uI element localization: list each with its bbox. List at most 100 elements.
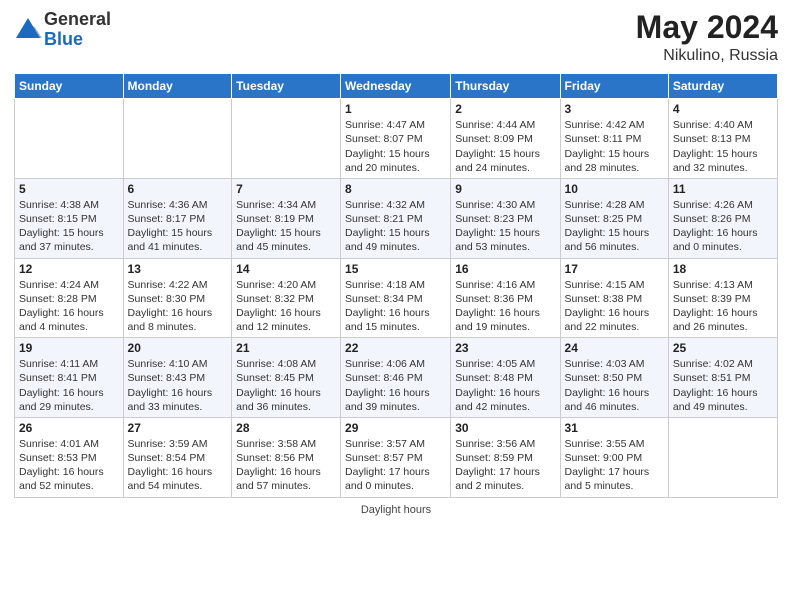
day-info: Sunrise: 4:15 AM Sunset: 8:38 PM Dayligh… [565,278,664,335]
calendar-cell: 23 Sunrise: 4:05 AM Sunset: 8:48 PM Dayli… [451,338,560,418]
header: General Blue May 2024 Nikulino, Russia [14,10,778,65]
day-info: Sunrise: 4:44 AM Sunset: 8:09 PM Dayligh… [455,118,555,175]
calendar-cell: 16 Sunrise: 4:16 AM Sunset: 8:36 PM Dayli… [451,258,560,338]
day-info: Sunrise: 3:58 AM Sunset: 8:56 PM Dayligh… [236,437,336,494]
week-row-4: 19 Sunrise: 4:11 AM Sunset: 8:41 PM Dayli… [15,338,778,418]
days-header-row: SundayMondayTuesdayWednesdayThursdayFrid… [15,74,778,99]
day-number: 26 [19,421,119,435]
calendar-cell: 13Sunrise: 4:22 AM Sunset: 8:30 PM Dayli… [123,258,232,338]
page: General Blue May 2024 Nikulino, Russia S… [0,0,792,612]
calendar-cell: 5 Sunrise: 4:38 AM Sunset: 8:15 PM Daylig… [15,178,124,258]
calendar-cell: 18Sunrise: 4:13 AM Sunset: 8:39 PM Dayli… [668,258,777,338]
week-row-3: 12Sunrise: 4:24 AM Sunset: 8:28 PM Dayli… [15,258,778,338]
day-info: Sunrise: 4:16 AM Sunset: 8:36 PM Dayligh… [455,278,555,335]
day-info: Sunrise: 4:34 AM Sunset: 8:19 PM Dayligh… [236,198,336,255]
day-info: Sunrise: 4:30 AM Sunset: 8:23 PM Dayligh… [455,198,555,255]
week-row-1: 1 Sunrise: 4:47 AM Sunset: 8:07 PM Daylig… [15,99,778,179]
day-number: 31 [565,421,664,435]
day-number: 11 [673,182,773,196]
day-number: 20 [128,341,228,355]
calendar-cell [668,417,777,497]
calendar-cell: 1 Sunrise: 4:47 AM Sunset: 8:07 PM Daylig… [341,99,451,179]
day-header-monday: Monday [123,74,232,99]
day-info: Sunrise: 4:11 AM Sunset: 8:41 PM Dayligh… [19,357,119,414]
location: Nikulino, Russia [636,47,778,65]
day-number: 30 [455,421,555,435]
day-info: Sunrise: 3:57 AM Sunset: 8:57 PM Dayligh… [345,437,446,494]
day-number: 5 [19,182,119,196]
day-number: 16 [455,262,555,276]
title-block: May 2024 Nikulino, Russia [636,10,778,65]
calendar-cell: 29 Sunrise: 3:57 AM Sunset: 8:57 PM Dayli… [341,417,451,497]
day-number: 27 [128,421,228,435]
calendar-cell: 22 Sunrise: 4:06 AM Sunset: 8:46 PM Dayli… [341,338,451,418]
day-number: 22 [345,341,446,355]
day-info: Sunrise: 4:26 AM Sunset: 8:26 PM Dayligh… [673,198,773,255]
day-number: 12 [19,262,119,276]
calendar-cell: 4 Sunrise: 4:40 AM Sunset: 8:13 PM Daylig… [668,99,777,179]
calendar-cell: 6 Sunrise: 4:36 AM Sunset: 8:17 PM Daylig… [123,178,232,258]
calendar-cell: 8 Sunrise: 4:32 AM Sunset: 8:21 PM Daylig… [341,178,451,258]
day-number: 6 [128,182,228,196]
day-info: Sunrise: 4:20 AM Sunset: 8:32 PM Dayligh… [236,278,336,335]
day-info: Sunrise: 4:36 AM Sunset: 8:17 PM Dayligh… [128,198,228,255]
day-info: Sunrise: 4:38 AM Sunset: 8:15 PM Dayligh… [19,198,119,255]
calendar-cell: 28 Sunrise: 3:58 AM Sunset: 8:56 PM Dayli… [232,417,341,497]
day-number: 29 [345,421,446,435]
day-number: 4 [673,102,773,116]
day-number: 7 [236,182,336,196]
month-year: May 2024 [636,10,778,45]
day-info: Sunrise: 4:06 AM Sunset: 8:46 PM Dayligh… [345,357,446,414]
logo-general-text: General [44,10,111,30]
calendar-table: SundayMondayTuesdayWednesdayThursdayFrid… [14,73,778,497]
calendar-cell: 10 Sunrise: 4:28 AM Sunset: 8:25 PM Dayli… [560,178,668,258]
day-number: 28 [236,421,336,435]
day-number: 19 [19,341,119,355]
day-number: 8 [345,182,446,196]
day-number: 14 [236,262,336,276]
day-info: Sunrise: 4:05 AM Sunset: 8:48 PM Dayligh… [455,357,555,414]
day-number: 10 [565,182,664,196]
day-header-thursday: Thursday [451,74,560,99]
day-number: 21 [236,341,336,355]
week-row-2: 5 Sunrise: 4:38 AM Sunset: 8:15 PM Daylig… [15,178,778,258]
day-number: 15 [345,262,446,276]
calendar-cell: 7 Sunrise: 4:34 AM Sunset: 8:19 PM Daylig… [232,178,341,258]
calendar-body: 1 Sunrise: 4:47 AM Sunset: 8:07 PM Daylig… [15,99,778,497]
day-info: Sunrise: 4:28 AM Sunset: 8:25 PM Dayligh… [565,198,664,255]
calendar-cell: 20Sunrise: 4:10 AM Sunset: 8:43 PM Dayli… [123,338,232,418]
day-header-sunday: Sunday [15,74,124,99]
calendar-cell: 26 Sunrise: 4:01 AM Sunset: 8:53 PM Dayli… [15,417,124,497]
day-info: Sunrise: 4:02 AM Sunset: 8:51 PM Dayligh… [673,357,773,414]
day-info: Sunrise: 4:40 AM Sunset: 8:13 PM Dayligh… [673,118,773,175]
day-info: Sunrise: 4:13 AM Sunset: 8:39 PM Dayligh… [673,278,773,335]
day-header-tuesday: Tuesday [232,74,341,99]
day-info: Sunrise: 4:32 AM Sunset: 8:21 PM Dayligh… [345,198,446,255]
calendar-cell: 24Sunrise: 4:03 AM Sunset: 8:50 PM Dayli… [560,338,668,418]
calendar-cell: 3 Sunrise: 4:42 AM Sunset: 8:11 PM Daylig… [560,99,668,179]
logo-blue-text: Blue [44,30,111,50]
day-header-friday: Friday [560,74,668,99]
logo: General Blue [14,10,111,50]
calendar-cell [123,99,232,179]
calendar-cell: 15Sunrise: 4:18 AM Sunset: 8:34 PM Dayli… [341,258,451,338]
calendar-cell: 21 Sunrise: 4:08 AM Sunset: 8:45 PM Dayli… [232,338,341,418]
logo-text: General Blue [44,10,111,50]
day-info: Sunrise: 4:42 AM Sunset: 8:11 PM Dayligh… [565,118,664,175]
day-info: Sunrise: 3:56 AM Sunset: 8:59 PM Dayligh… [455,437,555,494]
day-info: Sunrise: 4:08 AM Sunset: 8:45 PM Dayligh… [236,357,336,414]
calendar-cell: 9Sunrise: 4:30 AM Sunset: 8:23 PM Daylig… [451,178,560,258]
day-info: Sunrise: 4:47 AM Sunset: 8:07 PM Dayligh… [345,118,446,175]
calendar-cell: 31Sunrise: 3:55 AM Sunset: 9:00 PM Dayli… [560,417,668,497]
day-number: 1 [345,102,446,116]
day-number: 23 [455,341,555,355]
day-number: 25 [673,341,773,355]
calendar-cell: 25 Sunrise: 4:02 AM Sunset: 8:51 PM Dayli… [668,338,777,418]
day-info: Sunrise: 4:01 AM Sunset: 8:53 PM Dayligh… [19,437,119,494]
day-info: Sunrise: 4:22 AM Sunset: 8:30 PM Dayligh… [128,278,228,335]
calendar-cell: 14 Sunrise: 4:20 AM Sunset: 8:32 PM Dayli… [232,258,341,338]
day-number: 3 [565,102,664,116]
day-number: 24 [565,341,664,355]
day-number: 17 [565,262,664,276]
calendar-header: SundayMondayTuesdayWednesdayThursdayFrid… [15,74,778,99]
